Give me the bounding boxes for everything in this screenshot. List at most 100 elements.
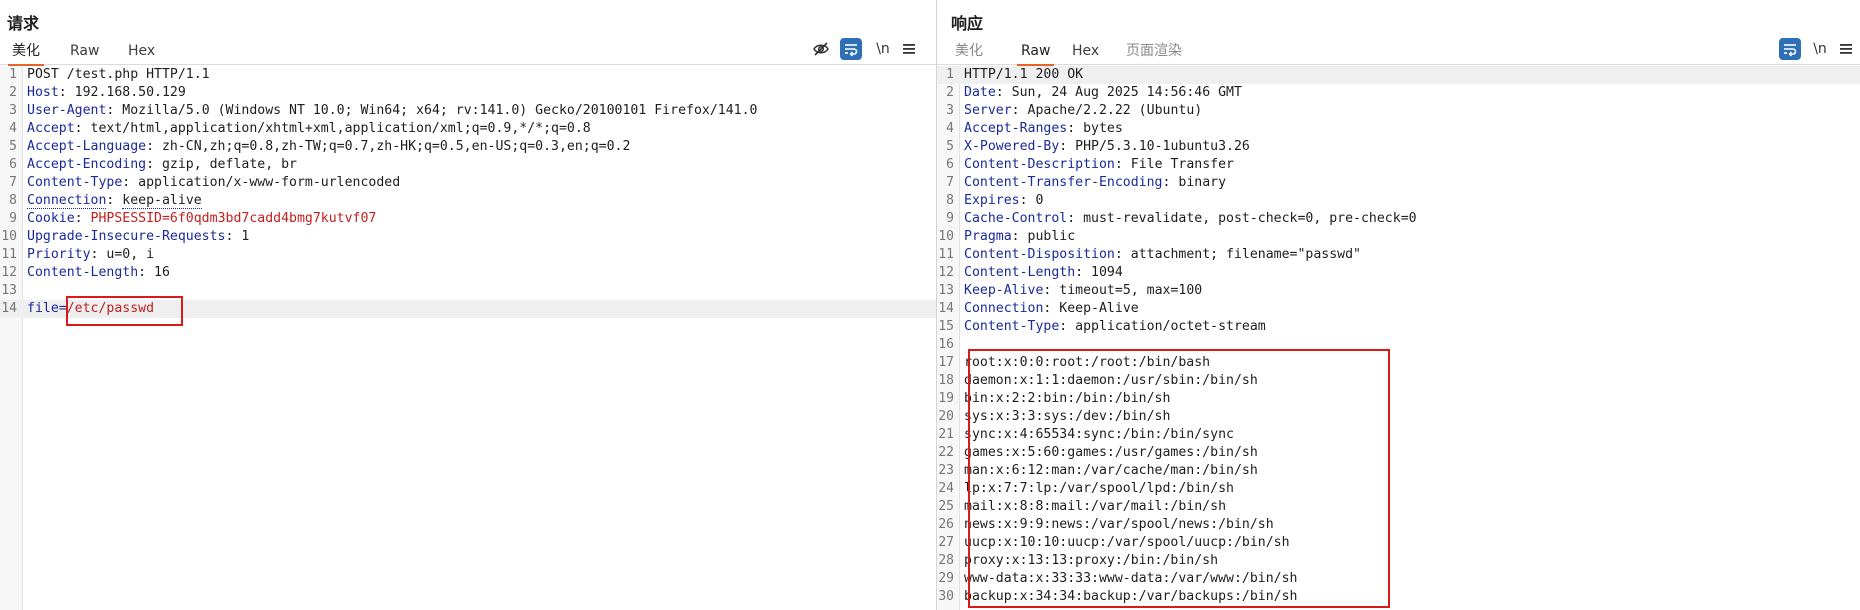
code-text: Connection: Keep-Alive <box>964 300 1139 318</box>
header-name: Upgrade-Insecure-Requests <box>27 229 226 244</box>
header-value: Mozilla/5.0 (Windows NT 10.0; Win64; x64… <box>122 103 758 118</box>
separator: : <box>1067 121 1084 136</box>
line-number: 10 <box>938 229 954 244</box>
header-value: File Transfer <box>1130 157 1234 172</box>
code-line: 12 Content-Length: 1094 <box>937 264 1860 282</box>
code-text: Content-Length: 1094 <box>964 264 1123 282</box>
line-number: 22 <box>938 445 954 460</box>
request-toolbar: \n <box>810 38 930 62</box>
response-editor[interactable]: 1 HTTP/1.1 200 OK 2 Date: Sun, 24 Aug 2025 … <box>937 66 1860 610</box>
code-line: 24 lp:x:7:7:lp:/var/spool/lpd:/bin/sh <box>937 480 1860 498</box>
line-number: 26 <box>938 517 954 532</box>
code-text: news:x:9:9:news:/var/spool/news:/bin/sh <box>964 516 1274 534</box>
header-value: attachment; filename="passwd" <box>1130 247 1361 262</box>
request-editor[interactable]: 1 POST /test.php HTTP/1.1 2 Host: 192.168.5… <box>0 66 936 610</box>
newline-toggle-button[interactable]: \n <box>872 38 894 60</box>
code-line: 6 Content-Description: File Transfer <box>937 156 1860 174</box>
tab-response-hex[interactable]: Hex <box>1068 42 1103 64</box>
separator: : <box>146 139 162 154</box>
header-value: 192.168.50.129 <box>74 85 186 100</box>
code-line: 19 bin:x:2:2:bin:/bin:/bin/sh <box>937 390 1860 408</box>
separator: : <box>122 175 139 190</box>
code-text: Content-Disposition: attachment; filenam… <box>964 246 1361 264</box>
code-text: Content-Type: application/x-www-form-url… <box>27 174 400 192</box>
code-line: 2 Host: 192.168.50.129 <box>0 84 936 102</box>
separator: : <box>90 247 107 262</box>
line-number: 2 <box>9 85 17 100</box>
tab-request-raw[interactable]: Raw <box>66 42 103 64</box>
code-text: Upgrade-Insecure-Requests: 1 <box>27 228 249 246</box>
code-text: sync:x:4:65534:sync:/bin:/bin/sync <box>964 426 1234 444</box>
tab-request-hex[interactable]: Hex <box>124 42 159 64</box>
line-number: 3 <box>9 103 17 118</box>
tab-response-render[interactable]: 页面渲染 <box>1122 42 1186 64</box>
line-number: 13 <box>1 283 17 298</box>
separator: : <box>58 85 75 100</box>
line-number: 12 <box>1 265 17 280</box>
header-name: file <box>27 301 59 316</box>
line-number: 8 <box>946 193 954 208</box>
line-content: lp:x:7:7:lp:/var/spool/lpd:/bin/sh <box>964 481 1234 496</box>
code-line: 30 backup:x:34:34:backup:/var/backups:/bi… <box>937 588 1860 606</box>
code-text: Priority: u=0, i <box>27 246 154 264</box>
hamburger-menu-icon[interactable] <box>898 38 920 60</box>
header-name: Content-Length <box>27 265 139 280</box>
header-value: public <box>1027 229 1076 244</box>
separator: : <box>74 121 91 136</box>
code-text: Content-Description: File Transfer <box>964 156 1234 174</box>
line-content: mail:x:8:8:mail:/var/mail:/bin/sh <box>964 499 1227 514</box>
code-line: 9 Cookie: PHPSESSID=6f0qdm3bd7cadd4bmg7ku… <box>0 210 936 228</box>
code-line: 21 sync:x:4:65534:sync:/bin:/bin/sync <box>937 426 1860 444</box>
separator: : <box>106 193 123 208</box>
code-line: 26 news:x:9:9:news:/var/spool/news:/bin/s… <box>937 516 1860 534</box>
tab-response-raw[interactable]: Raw <box>1017 42 1055 66</box>
code-text: mail:x:8:8:mail:/var/mail:/bin/sh <box>964 498 1226 516</box>
code-line: 23 man:x:6:12:man:/var/cache/man:/bin/sh <box>937 462 1860 480</box>
code-text: Server: Apache/2.2.22 (Ubuntu) <box>964 102 1202 120</box>
separator: : <box>1011 103 1028 118</box>
wrap-text-icon[interactable] <box>1779 38 1801 60</box>
header-value: bytes <box>1083 121 1123 136</box>
code-text: Host: 192.168.50.129 <box>27 84 186 102</box>
line-number: 7 <box>9 175 17 190</box>
line-number: 28 <box>938 553 954 568</box>
tab-response-pretty[interactable]: 美化 <box>951 42 987 64</box>
header-name: Connection <box>27 193 107 209</box>
code-line: 7 Content-Type: application/x-www-form-ur… <box>0 174 936 192</box>
line-content: POST /test.php HTTP/1.1 <box>27 67 210 82</box>
line-number: 14 <box>938 301 954 316</box>
code-line: 15 Content-Type: application/octet-stream <box>937 318 1860 336</box>
header-name: Accept-Language <box>27 139 147 154</box>
request-tabs: 美化 Raw Hex <box>0 38 936 66</box>
header-name: Content-Length <box>964 265 1076 280</box>
newline-toggle-button[interactable]: \n <box>1809 38 1831 60</box>
line-number: 19 <box>938 391 954 406</box>
line-content: uucp:x:10:10:uucp:/var/spool/uucp:/bin/s… <box>964 535 1290 550</box>
tab-request-pretty[interactable]: 美化 <box>8 42 44 66</box>
response-tabs: 美化 Raw Hex 页面渲染 <box>937 38 1860 66</box>
separator: : <box>1043 283 1060 298</box>
line-number: 6 <box>946 157 954 172</box>
response-pane: 响应 美化 Raw Hex 页面渲染 \n 1 HTTP/1.1 200 OK 2 D… <box>937 0 1860 610</box>
code-line: 25 mail:x:8:8:mail:/var/mail:/bin/sh <box>937 498 1860 516</box>
wrap-text-icon[interactable] <box>840 38 862 60</box>
request-title: 请求 <box>7 14 40 33</box>
response-toolbar: \n <box>1779 38 1859 62</box>
line-number: 5 <box>946 139 954 154</box>
eye-off-icon[interactable] <box>810 38 832 60</box>
code-line: 1 POST /test.php HTTP/1.1 <box>0 66 936 84</box>
code-line: 20 sys:x:3:3:sys:/dev:/bin/sh <box>937 408 1860 426</box>
line-number: 18 <box>938 373 954 388</box>
hamburger-menu-icon[interactable] <box>1835 38 1857 60</box>
separator: : <box>1059 319 1076 334</box>
request-pane: 请求 美化 Raw Hex \n 1 POST /test.php HTTP/1.… <box>0 0 937 610</box>
line-content: bin:x:2:2:bin:/bin:/bin/sh <box>964 391 1171 406</box>
line-number: 1 <box>946 67 954 82</box>
code-text: Content-Transfer-Encoding: binary <box>964 174 1226 192</box>
separator: : <box>106 103 123 118</box>
code-text: man:x:6:12:man:/var/cache/man:/bin/sh <box>964 462 1258 480</box>
header-name: Cache-Control <box>964 211 1068 226</box>
code-line: 10 Upgrade-Insecure-Requests: 1 <box>0 228 936 246</box>
code-line: 9 Cache-Control: must-revalidate, post-ch… <box>937 210 1860 228</box>
line-number: 5 <box>9 139 17 154</box>
